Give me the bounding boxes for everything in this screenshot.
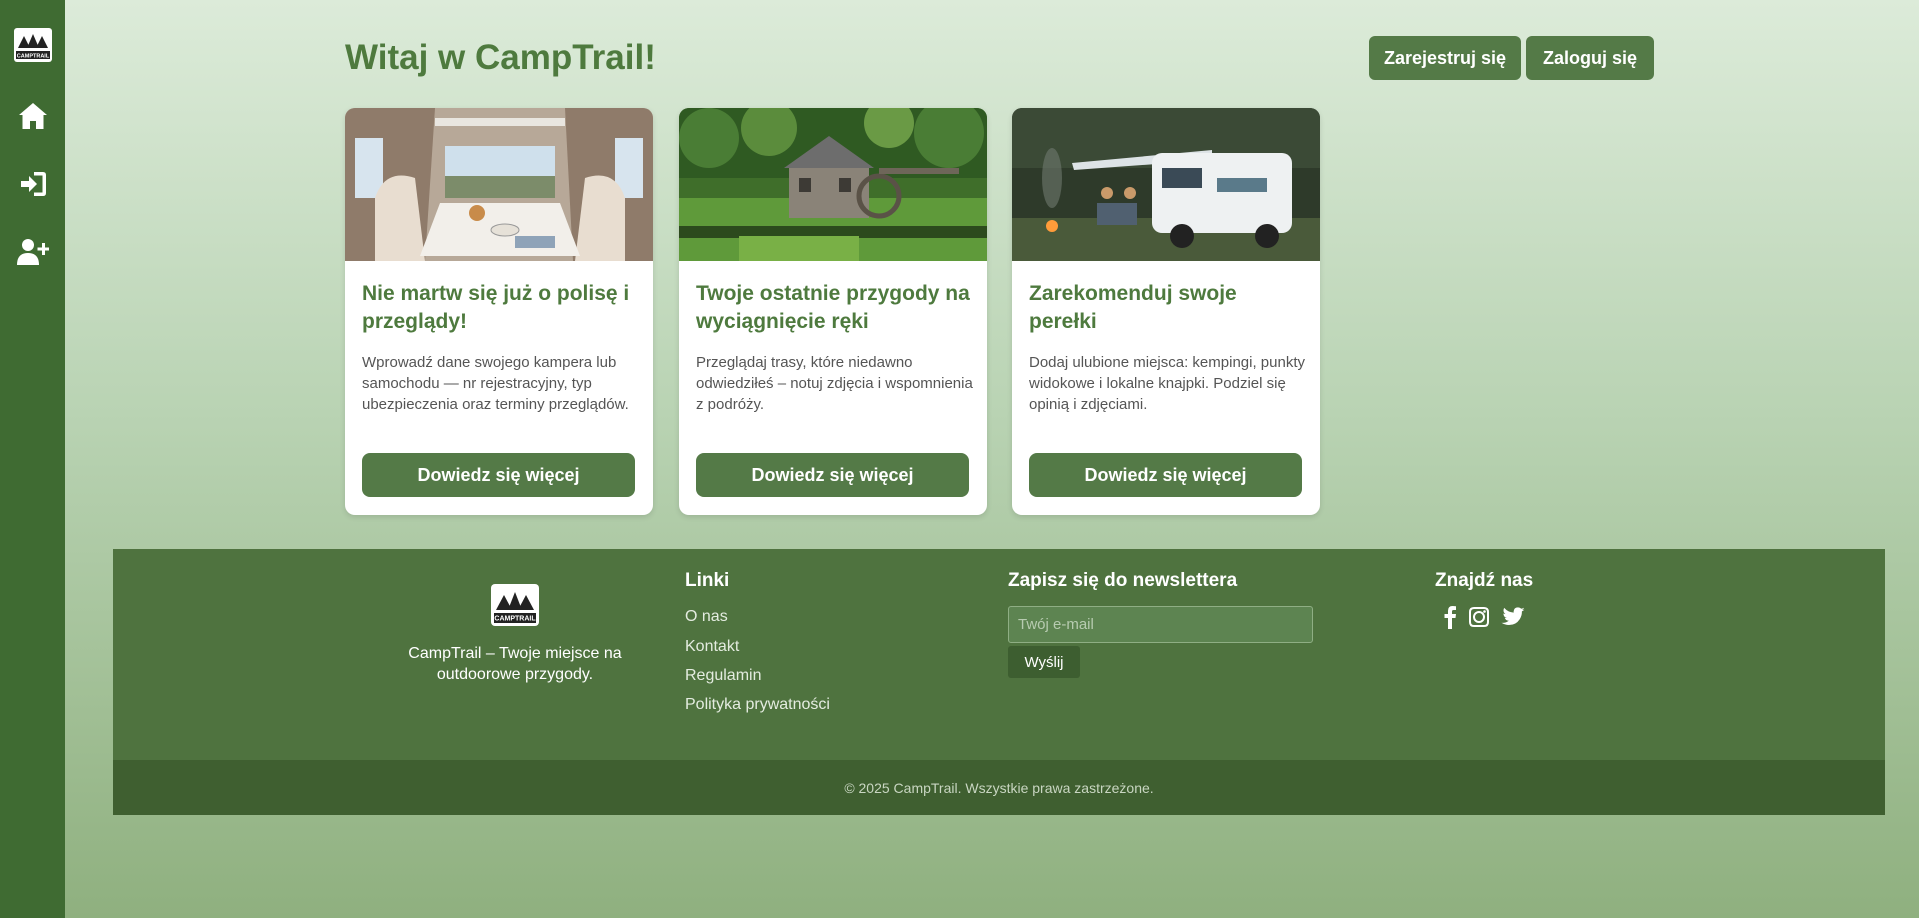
feature-card-adventures: Twoje ostatnie przygody na wyciągnięcie … xyxy=(679,108,987,515)
footer-bottom-bar: © 2025 CampTrail. Wszystkie prawa zastrz… xyxy=(113,760,1885,815)
social-heading: Znajdź nas xyxy=(1435,570,1534,591)
newsletter-submit-button[interactable]: Wyślij xyxy=(1008,646,1080,678)
register-button[interactable]: Zarejestruj się xyxy=(1369,36,1521,80)
sidebar-item-register[interactable] xyxy=(13,234,53,274)
sidebar-item-home[interactable] xyxy=(13,98,53,138)
card-title: Nie martw się już o polisę i przeglądy! xyxy=(362,282,630,333)
newsletter-heading: Zapisz się do newslettera xyxy=(1008,570,1238,591)
home-icon xyxy=(18,102,48,135)
learn-more-button[interactable]: Dowiedz się więcej xyxy=(362,453,635,497)
twitter-icon[interactable] xyxy=(1500,604,1526,630)
learn-more-button[interactable]: Dowiedz się więcej xyxy=(696,453,969,497)
card-description: Przeglądaj trasy, które niedawno odwiedz… xyxy=(696,354,973,413)
card-description: Dodaj ulubione miejsca: kempingi, punkty… xyxy=(1029,354,1305,413)
watermill-landscape-photo xyxy=(679,108,987,261)
feature-card-insurance: Nie martw się już o polisę i przeglądy! … xyxy=(345,108,653,515)
facebook-icon[interactable] xyxy=(1437,604,1463,630)
footer-links-heading: Linki xyxy=(685,570,730,591)
feature-card-recommendations: Zarekomenduj swoje perełki Dodaj ulubion… xyxy=(1012,108,1320,515)
footer-link-contact[interactable]: Kontakt xyxy=(685,638,739,656)
footer-logo: CAMPTRAIL xyxy=(489,582,541,628)
page-title: Witaj w CampTrail! xyxy=(345,38,656,77)
camper-campfire-photo xyxy=(1012,108,1320,261)
instagram-icon[interactable] xyxy=(1466,604,1492,630)
sidebar-item-login[interactable] xyxy=(13,166,53,206)
svg-text:CAMPTRAIL: CAMPTRAIL xyxy=(494,616,536,623)
footer-link-about[interactable]: O nas xyxy=(685,608,728,626)
card-description: Wprowadź dane swojego kampera lub samoch… xyxy=(362,354,629,413)
card-title: Zarekomenduj swoje perełki xyxy=(1029,282,1237,333)
sign-in-icon xyxy=(19,171,47,202)
camptrail-logo[interactable]: CAMPTRAIL xyxy=(12,26,54,64)
footer-link-terms[interactable]: Regulamin xyxy=(685,667,761,685)
svg-text:CAMPTRAIL: CAMPTRAIL xyxy=(16,54,49,60)
login-button[interactable]: Zaloguj się xyxy=(1526,36,1654,80)
sidebar: CAMPTRAIL xyxy=(0,0,65,918)
card-title: Twoje ostatnie przygody na wyciągnięcie … xyxy=(696,282,970,333)
camper-interior-photo xyxy=(345,108,653,261)
newsletter-email-input[interactable] xyxy=(1008,606,1313,643)
footer-link-privacy[interactable]: Polityka prywatności xyxy=(685,696,830,714)
learn-more-button[interactable]: Dowiedz się więcej xyxy=(1029,453,1302,497)
user-plus-icon xyxy=(16,238,49,271)
copyright-text: © 2025 CampTrail. Wszystkie prawa zastrz… xyxy=(844,779,1154,796)
footer-tagline: CampTrail – Twoje miejsce na outdoorowe … xyxy=(408,645,622,683)
